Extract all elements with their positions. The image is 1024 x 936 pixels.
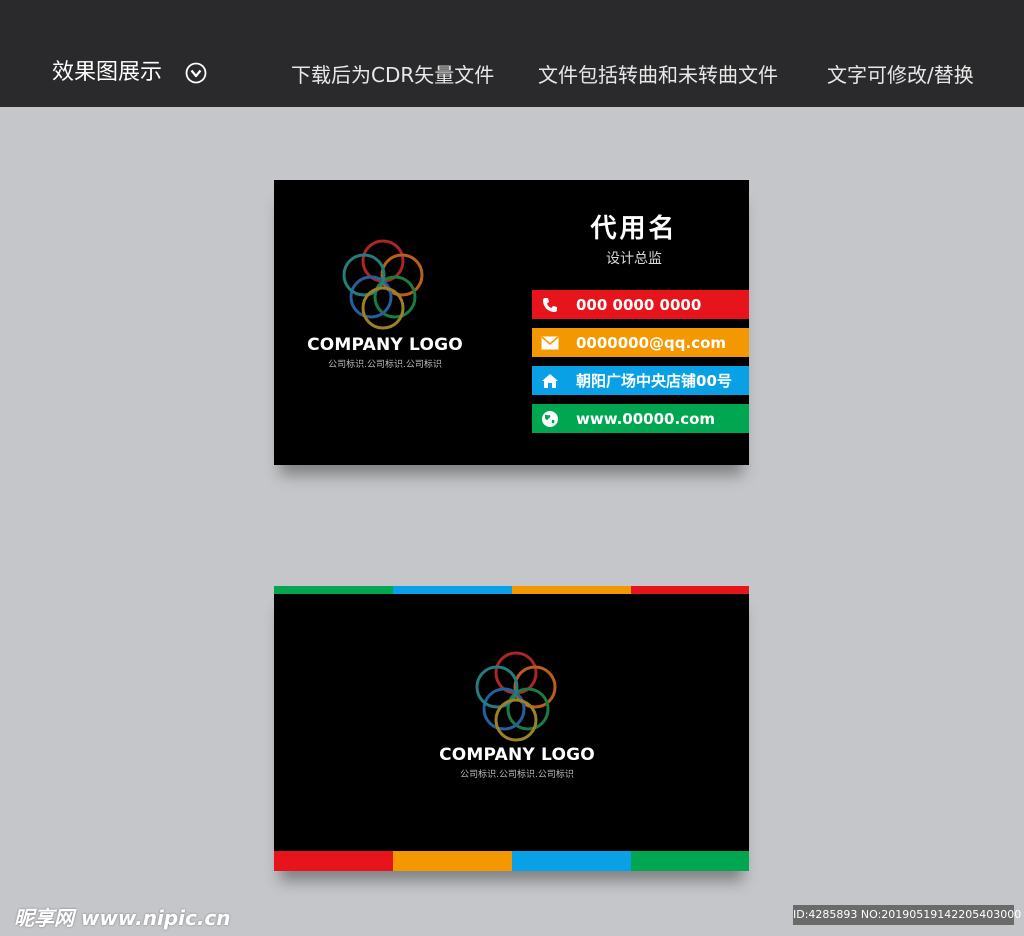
contact-website[interactable]: www.00000.com bbox=[532, 404, 749, 433]
top-stripe-red bbox=[631, 586, 749, 594]
envelope-icon bbox=[540, 333, 560, 353]
email-text: 0000000@qq.com bbox=[576, 333, 727, 352]
company-logo-icon bbox=[475, 651, 557, 742]
note-text-editable: 文字可修改/替换 bbox=[827, 63, 974, 87]
bottom-stripe-orange bbox=[393, 851, 512, 871]
note-cdr-file: 下载后为CDR矢量文件 bbox=[291, 63, 495, 87]
top-stripe-blue bbox=[393, 586, 512, 594]
note-file-includes: 文件包括转曲和未转曲文件 bbox=[538, 63, 778, 87]
business-card-back: COMPANY LOGO 公司标识.公司标识.公司标识 bbox=[274, 586, 749, 871]
top-bar: 效果图展示 下载后为CDR矢量文件 文件包括转曲和未转曲文件 文字可修改/替换 bbox=[0, 0, 1024, 107]
top-stripe-green bbox=[274, 586, 393, 594]
contact-phone[interactable]: 000 0000 0000 bbox=[532, 290, 749, 319]
top-stripe-orange bbox=[512, 586, 631, 594]
circle-chevron-down-icon[interactable] bbox=[185, 62, 207, 84]
company-logo-subtitle: 公司标识.公司标识.公司标识 bbox=[328, 360, 442, 370]
company-logo-subtitle: 公司标识.公司标识.公司标识 bbox=[460, 770, 574, 780]
company-logo-title: COMPANY LOGO bbox=[439, 745, 595, 765]
site-watermark: 昵享网 www.nipic.cn bbox=[14, 906, 231, 930]
business-card-front: COMPANY LOGO 公司标识.公司标识.公司标识 代用名 设计总监 000… bbox=[274, 180, 749, 465]
company-logo-title: COMPANY LOGO bbox=[307, 335, 463, 355]
phone-icon bbox=[540, 295, 560, 315]
image-id-label: ID:4285893 NO:20190519142205403000 bbox=[793, 905, 1021, 925]
home-icon bbox=[540, 371, 560, 391]
person-name: 代用名 bbox=[590, 214, 678, 244]
globe-icon bbox=[540, 409, 560, 429]
page-title: 效果图展示 bbox=[52, 60, 163, 85]
person-role: 设计总监 bbox=[606, 251, 662, 267]
address-text: 朝阳广场中央店铺00号 bbox=[576, 372, 732, 390]
company-logo-icon bbox=[342, 239, 424, 330]
contact-email[interactable]: 0000000@qq.com bbox=[532, 328, 749, 357]
bottom-stripe-green bbox=[631, 851, 749, 871]
bottom-stripe-blue bbox=[512, 851, 631, 871]
contact-address[interactable]: 朝阳广场中央店铺00号 bbox=[532, 366, 749, 395]
bottom-stripe-red bbox=[274, 851, 393, 871]
website-text: www.00000.com bbox=[576, 409, 716, 428]
phone-text: 000 0000 0000 bbox=[576, 295, 702, 314]
